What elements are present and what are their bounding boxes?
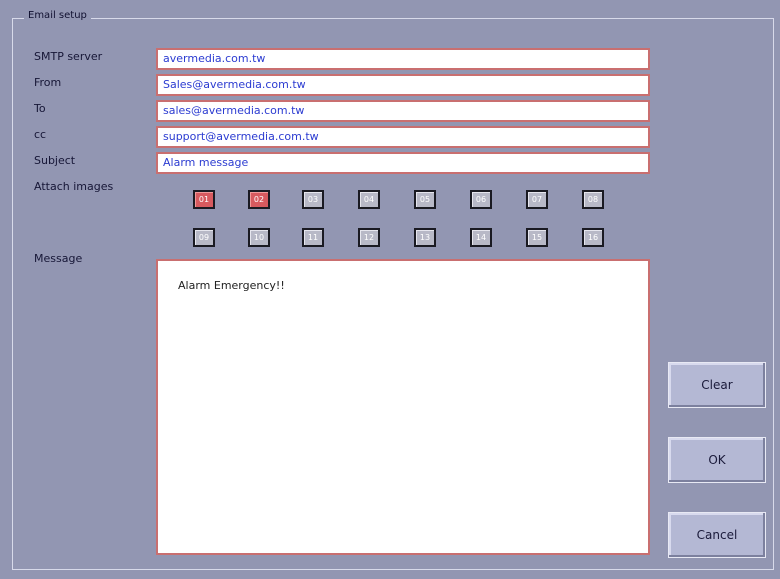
attach-image-11-button[interactable]: 11 [302,228,324,247]
ok-button[interactable]: OK [668,437,766,483]
attach-image-10-button[interactable]: 10 [248,228,270,247]
attach-image-04-button[interactable]: 04 [358,190,380,209]
attach-image-08-button[interactable]: 08 [582,190,604,209]
to-label: To [34,102,46,115]
attach-image-09-button[interactable]: 09 [193,228,215,247]
subject-label: Subject [34,154,76,167]
smtp-server-label: SMTP server [34,50,103,63]
attach-image-06-button[interactable]: 06 [470,190,492,209]
attach-image-13-button[interactable]: 13 [414,228,436,247]
from-label: From [34,76,62,89]
attach-image-15-button[interactable]: 15 [526,228,548,247]
cancel-button[interactable]: Cancel [668,512,766,558]
cc-field[interactable]: support@avermedia.com.tw [156,126,650,148]
group-title: Email setup [24,10,91,21]
message-label: Message [34,252,83,265]
clear-button[interactable]: Clear [668,362,766,408]
attach-image-12-button[interactable]: 12 [358,228,380,247]
message-text: Alarm Emergency!! [178,279,285,292]
attach-image-02-button[interactable]: 02 [248,190,270,209]
attach-image-01-button[interactable]: 01 [193,190,215,209]
attach-image-03-button[interactable]: 03 [302,190,324,209]
subject-field[interactable]: Alarm message [156,152,650,174]
from-field[interactable]: Sales@avermedia.com.tw [156,74,650,96]
cc-label: cc [34,128,47,141]
attach-image-05-button[interactable]: 05 [414,190,436,209]
attach-image-16-button[interactable]: 16 [582,228,604,247]
attach-images-label: Attach images [34,180,114,193]
smtp-server-field[interactable]: avermedia.com.tw [156,48,650,70]
attach-image-14-button[interactable]: 14 [470,228,492,247]
message-textarea[interactable]: Alarm Emergency!! [156,259,650,555]
attach-image-07-button[interactable]: 07 [526,190,548,209]
to-field[interactable]: sales@avermedia.com.tw [156,100,650,122]
